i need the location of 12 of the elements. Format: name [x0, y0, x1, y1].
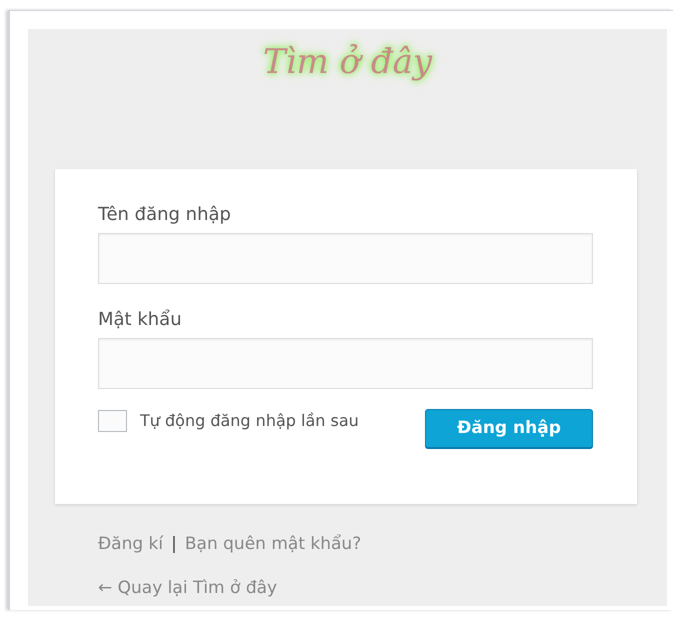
password-field[interactable] [98, 338, 593, 389]
remember-label: Tự động đăng nhập lần sau [140, 410, 359, 432]
forgot-password-link[interactable]: Bạn quên mật khẩu? [184, 532, 362, 558]
remember-checkbox[interactable] [98, 410, 127, 432]
link-separator: | [171, 533, 177, 556]
password-label: Mật khẩu [98, 308, 183, 332]
username-field[interactable] [98, 233, 593, 284]
login-button[interactable]: Đăng nhập [425, 409, 593, 448]
register-link[interactable]: Đăng kí [98, 532, 164, 558]
back-link[interactable]: ← Quay lại Tìm ở đây [98, 576, 278, 601]
username-label: Tên đăng nhập [98, 203, 232, 227]
site-logo: Tìm ở đây [262, 41, 432, 84]
